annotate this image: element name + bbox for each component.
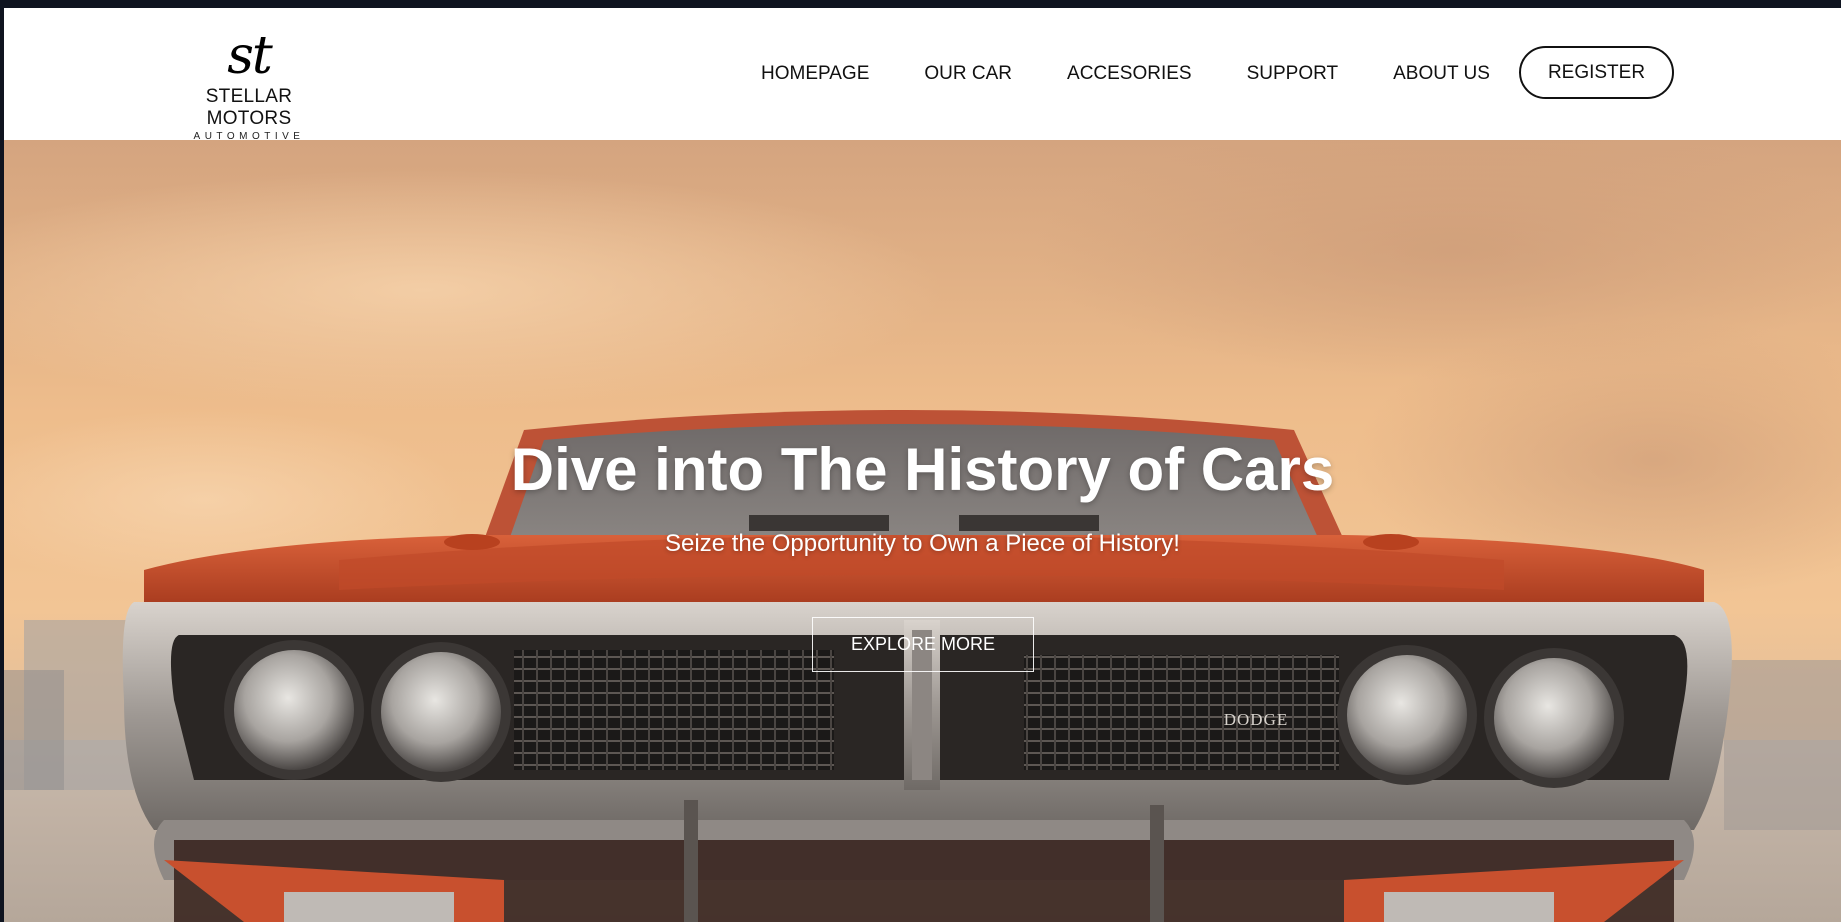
nav-item-accesories[interactable]: ACCESORIES (1067, 63, 1192, 85)
site-header: st STELLAR MOTORS AUTOMOTIVE HOMEPAGE OU… (4, 8, 1841, 142)
logo-name: STELLAR MOTORS (205, 86, 293, 129)
hero-title: Dive into The History of Cars (510, 436, 1335, 503)
nav-item-support[interactable]: SUPPORT (1247, 63, 1339, 85)
hero-subtitle: Seize the Opportunity to Own a Piece of … (665, 530, 1180, 557)
main-nav: HOMEPAGE OUR CAR ACCESORIES SUPPORT ABOU… (761, 8, 1545, 140)
car-badge: DODGE (1224, 710, 1289, 729)
nav-item-homepage[interactable]: HOMEPAGE (761, 63, 869, 85)
logo-mark: st (227, 26, 273, 86)
register-button[interactable]: REGISTER (1519, 46, 1674, 99)
brand-logo[interactable]: st STELLAR MOTORS AUTOMOTIVE (164, 26, 334, 142)
hero-section: DODGE Dive into The History of Cars Seiz… (4, 140, 1841, 922)
explore-more-button[interactable]: EXPLORE MORE (812, 617, 1034, 672)
nav-item-our-car[interactable]: OUR CAR (924, 63, 1012, 85)
browser-viewport: st STELLAR MOTORS AUTOMOTIVE HOMEPAGE OU… (4, 8, 1841, 922)
nav-item-about-us[interactable]: ABOUT US (1393, 63, 1490, 85)
